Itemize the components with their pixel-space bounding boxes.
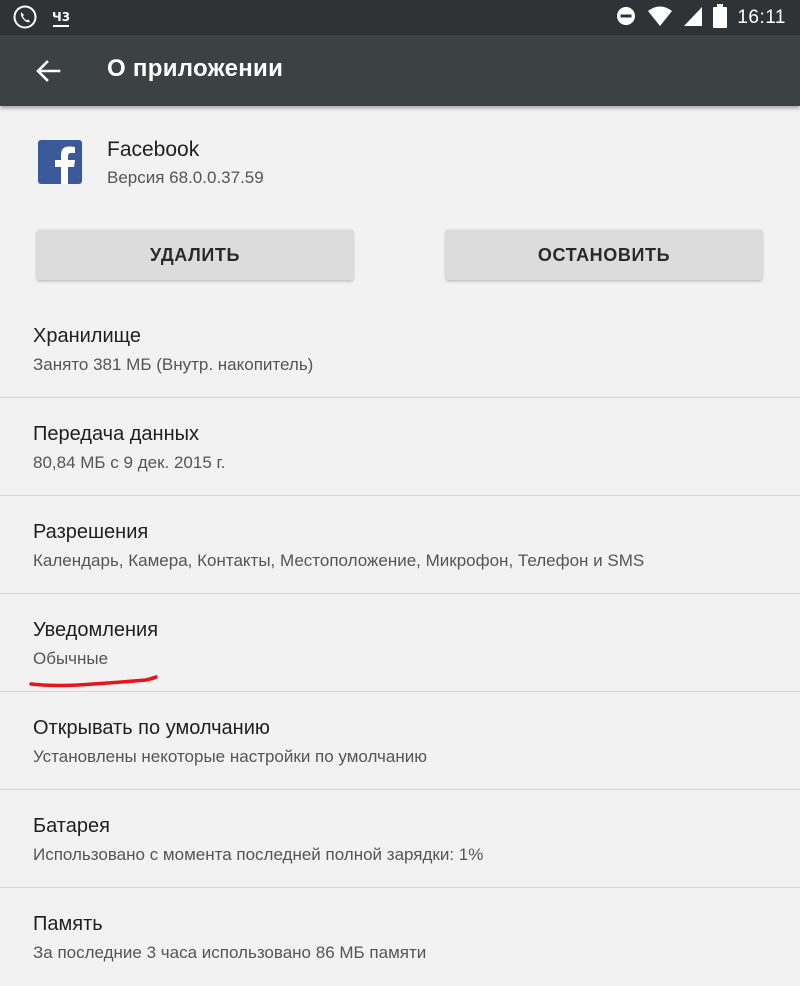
list-item-title: Уведомления bbox=[33, 619, 159, 641]
list-item-subtitle: Использовано с момента последней полной … bbox=[33, 845, 484, 864]
list-item-permissions[interactable]: Разрешения Календарь, Камера, Контакты, … bbox=[0, 496, 800, 594]
app-version: Версия 68.0.0.37.59 bbox=[107, 168, 264, 187]
list-item-subtitle: Занято 381 МБ (Внутр. накопитель) bbox=[33, 355, 314, 374]
viber-icon bbox=[12, 4, 38, 34]
do-not-disturb-icon bbox=[615, 5, 637, 31]
list-item-title: Память bbox=[33, 913, 103, 935]
list-item-memory[interactable]: Память За последние 3 часа использовано … bbox=[0, 888, 800, 986]
list-item-subtitle: За последние 3 часа использовано 86 МБ п… bbox=[33, 943, 427, 962]
uninstall-button[interactable]: УДАЛИТЬ bbox=[37, 230, 353, 280]
list-item-title: Батарея bbox=[33, 815, 110, 837]
status-bar: Ч3 16:11 bbox=[0, 0, 800, 35]
list-item-subtitle: 80,84 МБ с 9 дек. 2015 г. bbox=[33, 453, 226, 472]
arrow-back-icon[interactable] bbox=[30, 53, 66, 89]
list-item-battery[interactable]: Батарея Использовано с момента последней… bbox=[0, 790, 800, 888]
list-item-open-by-default[interactable]: Открывать по умолчанию Установлены некот… bbox=[0, 692, 800, 790]
signal-icon bbox=[683, 5, 703, 31]
facebook-icon bbox=[38, 140, 82, 184]
status-time: 16:11 bbox=[737, 7, 786, 28]
app-bar: О приложении bbox=[0, 35, 800, 106]
list-item-storage[interactable]: Хранилище Занято 381 МБ (Внутр. накопите… bbox=[0, 300, 800, 398]
list-item-subtitle: Календарь, Камера, Контакты, Местоположе… bbox=[33, 551, 645, 570]
notification-badge-text: Ч3 bbox=[52, 10, 71, 24]
list-item-title: Хранилище bbox=[33, 325, 141, 347]
page-title: О приложении bbox=[107, 55, 284, 82]
app-settings-list: Хранилище Занято 381 МБ (Внутр. накопите… bbox=[0, 300, 800, 986]
wifi-icon bbox=[647, 5, 673, 31]
battery-icon bbox=[713, 4, 728, 32]
list-item-subtitle: Установлены некоторые настройки по умолч… bbox=[33, 747, 427, 766]
list-item-notifications[interactable]: Уведомления Обычные bbox=[0, 594, 800, 692]
list-item-title: Разрешения bbox=[33, 521, 149, 543]
list-item-title: Передача данных bbox=[33, 423, 200, 445]
app-name: Facebook bbox=[107, 138, 200, 161]
red-underline-annotation bbox=[29, 675, 158, 688]
list-item-subtitle: Обычные bbox=[33, 649, 109, 668]
force-stop-button[interactable]: ОСТАНОВИТЬ bbox=[446, 230, 762, 280]
list-item-title: Открывать по умолчанию bbox=[33, 717, 270, 739]
list-item-data-usage[interactable]: Передача данных 80,84 МБ с 9 дек. 2015 г… bbox=[0, 398, 800, 496]
notification-badge-icon: Ч3 bbox=[52, 11, 70, 27]
